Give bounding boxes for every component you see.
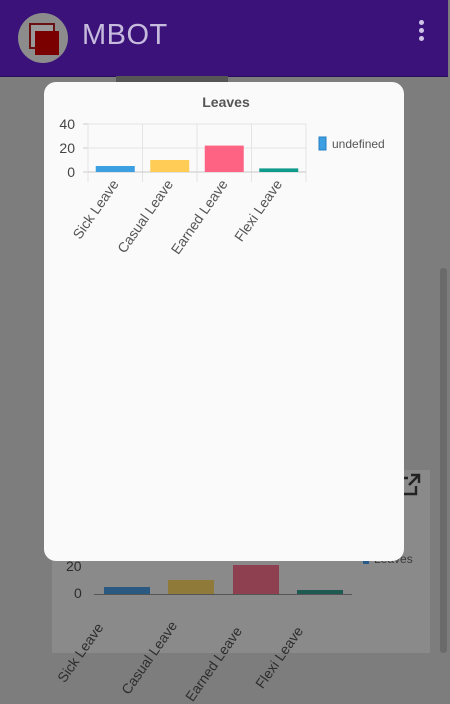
x-category-label: Sick Leave — [69, 176, 122, 241]
background-category-label: Casual Leave — [118, 617, 181, 698]
chart-title: Leaves — [202, 94, 250, 110]
background-bar — [104, 587, 150, 594]
kebab-menu-icon[interactable] — [418, 20, 426, 44]
app-bar: MBOT — [0, 0, 448, 77]
legend-swatch — [318, 136, 327, 151]
bar-flexi-leave — [259, 168, 299, 172]
background-bar — [233, 565, 279, 594]
legend-label: undefined — [332, 137, 385, 151]
chart-modal[interactable]: Leaves 40 20 0 Sick Leave Casual Leave Earned … — [44, 82, 404, 561]
menu-dot — [419, 28, 424, 33]
scrollbar-thumb[interactable] — [440, 268, 447, 653]
app-title: MBOT — [82, 19, 168, 51]
background-category-label: Flexi Leave — [252, 623, 307, 692]
menu-dot — [419, 36, 424, 41]
y-tick-label: 40 — [59, 116, 75, 132]
background-y-tick: 0 — [74, 585, 82, 601]
y-tick-label: 20 — [59, 140, 75, 156]
bar-earned-leave — [204, 145, 244, 172]
app-logo[interactable] — [18, 13, 68, 63]
x-category-label: Earned Leave — [168, 176, 231, 257]
bar-sick-leave — [95, 166, 135, 172]
leaves-chart: Leaves 40 20 0Sick LeaveCasual LeaveEarned … — [59, 94, 385, 257]
y-tick-label: 0 — [67, 164, 75, 180]
background-category-label: Earned Leave — [182, 623, 246, 704]
menu-dot — [419, 20, 424, 25]
x-category-label: Flexi Leave — [231, 176, 285, 244]
background-bar — [297, 590, 343, 594]
background-x-axis — [94, 594, 352, 595]
x-category-label: Casual Leave — [114, 176, 176, 255]
logo-square-front — [35, 31, 59, 55]
bar-casual-leave — [150, 160, 190, 172]
background-bar — [168, 580, 214, 594]
